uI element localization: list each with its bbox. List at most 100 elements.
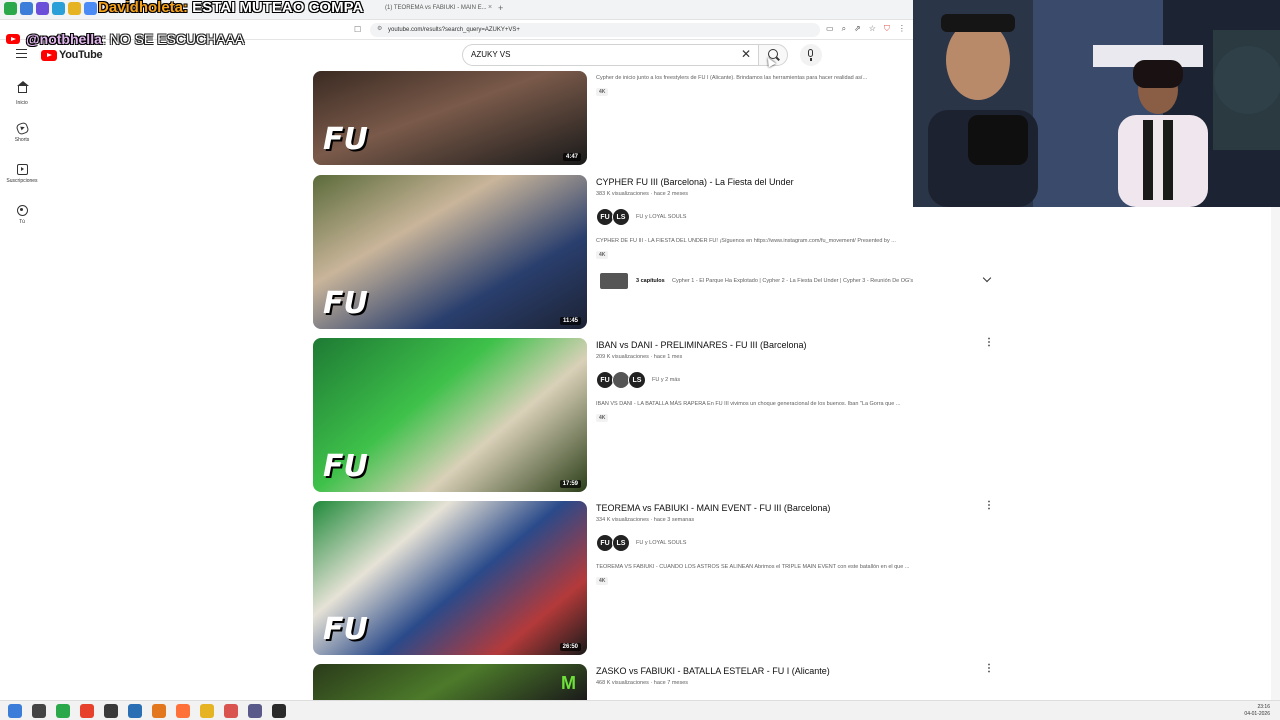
extension-icon[interactable] — [20, 2, 33, 15]
page-scrollbar[interactable] — [1271, 207, 1280, 700]
url-text[interactable]: youtube.com/results?search_query=AZUKY+V… — [388, 27, 520, 33]
fu-logo: FU — [323, 122, 368, 157]
extension-icon[interactable] — [84, 2, 97, 15]
obs-icon[interactable] — [104, 704, 118, 718]
new-tab-icon[interactable]: + — [498, 3, 503, 13]
extension-icon[interactable] — [68, 2, 81, 15]
sidebar-item-home[interactable]: Inicio — [0, 81, 44, 106]
bookmark-icon[interactable]: ☐ — [354, 25, 361, 34]
brave-shield-icon[interactable]: ⛉ — [884, 24, 890, 34]
channel-row[interactable]: FU LS FU y LOYAL SOULS — [596, 208, 686, 226]
fu-logo: FU — [323, 449, 368, 484]
sidebar-item-label: Suscripciones — [6, 178, 38, 184]
share-icon[interactable]: ⇗ — [854, 24, 861, 34]
clock-date: 04-01-2026 — [1244, 711, 1270, 717]
shorts-icon — [14, 121, 30, 136]
video-description: Cypher de inicio junto a los freestylers… — [596, 75, 868, 81]
more-options-icon[interactable]: ⋮ — [984, 500, 994, 511]
hamburger-menu-icon[interactable] — [16, 49, 27, 58]
youtube-logo-text: YouTube — [59, 49, 103, 61]
tab-close-icon[interactable]: × — [488, 4, 492, 11]
chat-text: : NO SE ESCUCHAAA — [101, 31, 245, 47]
chapters-count: 3 capítulos — [636, 278, 665, 284]
video-duration: 4:47 — [562, 153, 581, 161]
sidebar-item-label: Shorts — [14, 137, 30, 143]
more-options-icon[interactable]: ⋮ — [984, 663, 994, 674]
chevron-down-icon[interactable] — [982, 273, 992, 283]
taskbar: 23:16 04-01-2026 — [0, 700, 1280, 720]
subscriptions-icon — [16, 164, 28, 175]
channel-name[interactable]: FU y LOYAL SOULS — [636, 214, 686, 220]
more-options-icon[interactable]: ⋮ — [984, 337, 994, 348]
channel-avatar[interactable]: LS — [612, 208, 630, 226]
folder-icon[interactable] — [200, 704, 214, 718]
video-title[interactable]: CYPHER FU III (Barcelona) - La Fiesta de… — [596, 177, 794, 187]
webcam-overlay — [913, 0, 1280, 207]
channel-name[interactable]: FU y 2 más — [652, 377, 680, 383]
extensions-menu-icon[interactable]: ⋮ — [898, 24, 906, 34]
extension-icon[interactable] — [4, 2, 17, 15]
firefox-icon[interactable] — [176, 704, 190, 718]
video-duration: 26:50 — [559, 643, 581, 651]
fu-logo: FU — [323, 286, 368, 321]
app-icon[interactable] — [152, 704, 166, 718]
chapters-row[interactable]: 3 capítulos Cypher 1 - El Parque Ha Expl… — [596, 270, 1000, 292]
sidebar-item-subscriptions[interactable]: Suscripciones — [0, 164, 44, 184]
search-input-value[interactable]: AZUKY VS — [471, 50, 510, 59]
app-icon[interactable] — [248, 704, 262, 718]
fu-logo: FU — [323, 612, 368, 647]
quality-badge: 4K — [596, 251, 609, 259]
video-meta: 468 K visualizaciones · hace 7 meses — [596, 680, 689, 686]
extension-icons — [4, 2, 97, 15]
video-duration: 17:59 — [559, 480, 581, 488]
site-info-icon[interactable]: ⚙ — [377, 25, 382, 32]
microphone-icon[interactable] — [808, 49, 813, 61]
address-bar-actions: ▭ ⌕ ⇗ ☆ ⛉ ⋮ — [826, 24, 906, 34]
sidebar-item-you[interactable]: Tú — [0, 205, 44, 225]
home-icon — [16, 81, 29, 93]
video-meta: 334 K visualizaciones · hace 3 semanas — [596, 517, 695, 523]
channel-name[interactable]: FU y LOYAL SOULS — [636, 540, 686, 546]
monster-logo: M — [561, 673, 576, 693]
video-title[interactable]: TEOREMA vs FABIUKI - MAIN EVENT - FU III… — [596, 503, 830, 513]
clock-time: 23:16 — [1257, 704, 1270, 710]
chat-text: ESTAI MUTEAO COMPA — [188, 0, 364, 16]
zoom-icon[interactable]: ⌕ — [842, 24, 846, 34]
clear-search-icon[interactable]: ✕ — [741, 47, 751, 61]
browser-tab-title[interactable]: (1) TEOREMA vs FABIUKI - MAIN E... — [385, 5, 487, 11]
sidebar-item-shorts[interactable]: Shorts — [0, 121, 44, 143]
video-thumbnail[interactable]: FU 26:50 — [313, 501, 587, 655]
screenshot-icon[interactable]: ▭ — [826, 24, 834, 34]
windows-start-icon[interactable] — [8, 704, 22, 718]
webcam-feed — [913, 0, 1280, 207]
channel-row[interactable]: FU LS FU y 2 más — [596, 371, 680, 389]
favorite-icon[interactable]: ☆ — [869, 24, 876, 34]
taskbar-icons — [8, 704, 286, 718]
search-taskbar-icon[interactable] — [32, 704, 46, 718]
video-description: IBAN VS DANI - LA BATALLA MÁS RAPERA En … — [596, 401, 901, 407]
video-title[interactable]: ZASKO vs FABIUKI - BATALLA ESTELAR - FU … — [596, 666, 830, 676]
screen: (1) TEOREMA vs FABIUKI - MAIN E... × + ☐… — [0, 0, 1280, 720]
video-thumbnail[interactable]: FU 17:59 — [313, 338, 587, 492]
system-clock[interactable]: 23:16 04-01-2026 — [1244, 704, 1270, 718]
channel-row[interactable]: FU LS FU y LOYAL SOULS — [596, 534, 686, 552]
brave-icon[interactable] — [80, 704, 94, 718]
youtube-logo[interactable]: YouTube — [41, 49, 103, 61]
video-thumbnail[interactable]: M — [313, 664, 587, 700]
video-title[interactable]: IBAN vs DANI - PRELIMINARES - FU III (Ba… — [596, 340, 807, 350]
extension-icon[interactable] — [36, 2, 49, 15]
video-meta: 209 K visualizaciones · hace 1 mes — [596, 354, 683, 360]
video-meta: 383 K visualizaciones · hace 2 meses — [596, 191, 689, 197]
video-thumbnail[interactable]: FU 11:45 — [313, 175, 587, 329]
vlc-icon[interactable] — [224, 704, 238, 718]
quality-badge: 4K — [596, 88, 609, 96]
video-thumbnail[interactable]: FU 4:47 — [313, 71, 587, 165]
extension-icon[interactable] — [52, 2, 65, 15]
channel-avatar[interactable]: LS — [612, 534, 630, 552]
app-icon[interactable] — [272, 704, 286, 718]
channel-avatar[interactable]: LS — [628, 371, 646, 389]
steam-icon[interactable] — [128, 704, 142, 718]
you-icon — [16, 205, 28, 216]
chrome-icon[interactable] — [56, 704, 70, 718]
chat-username: Davidholeta: — [98, 0, 189, 16]
